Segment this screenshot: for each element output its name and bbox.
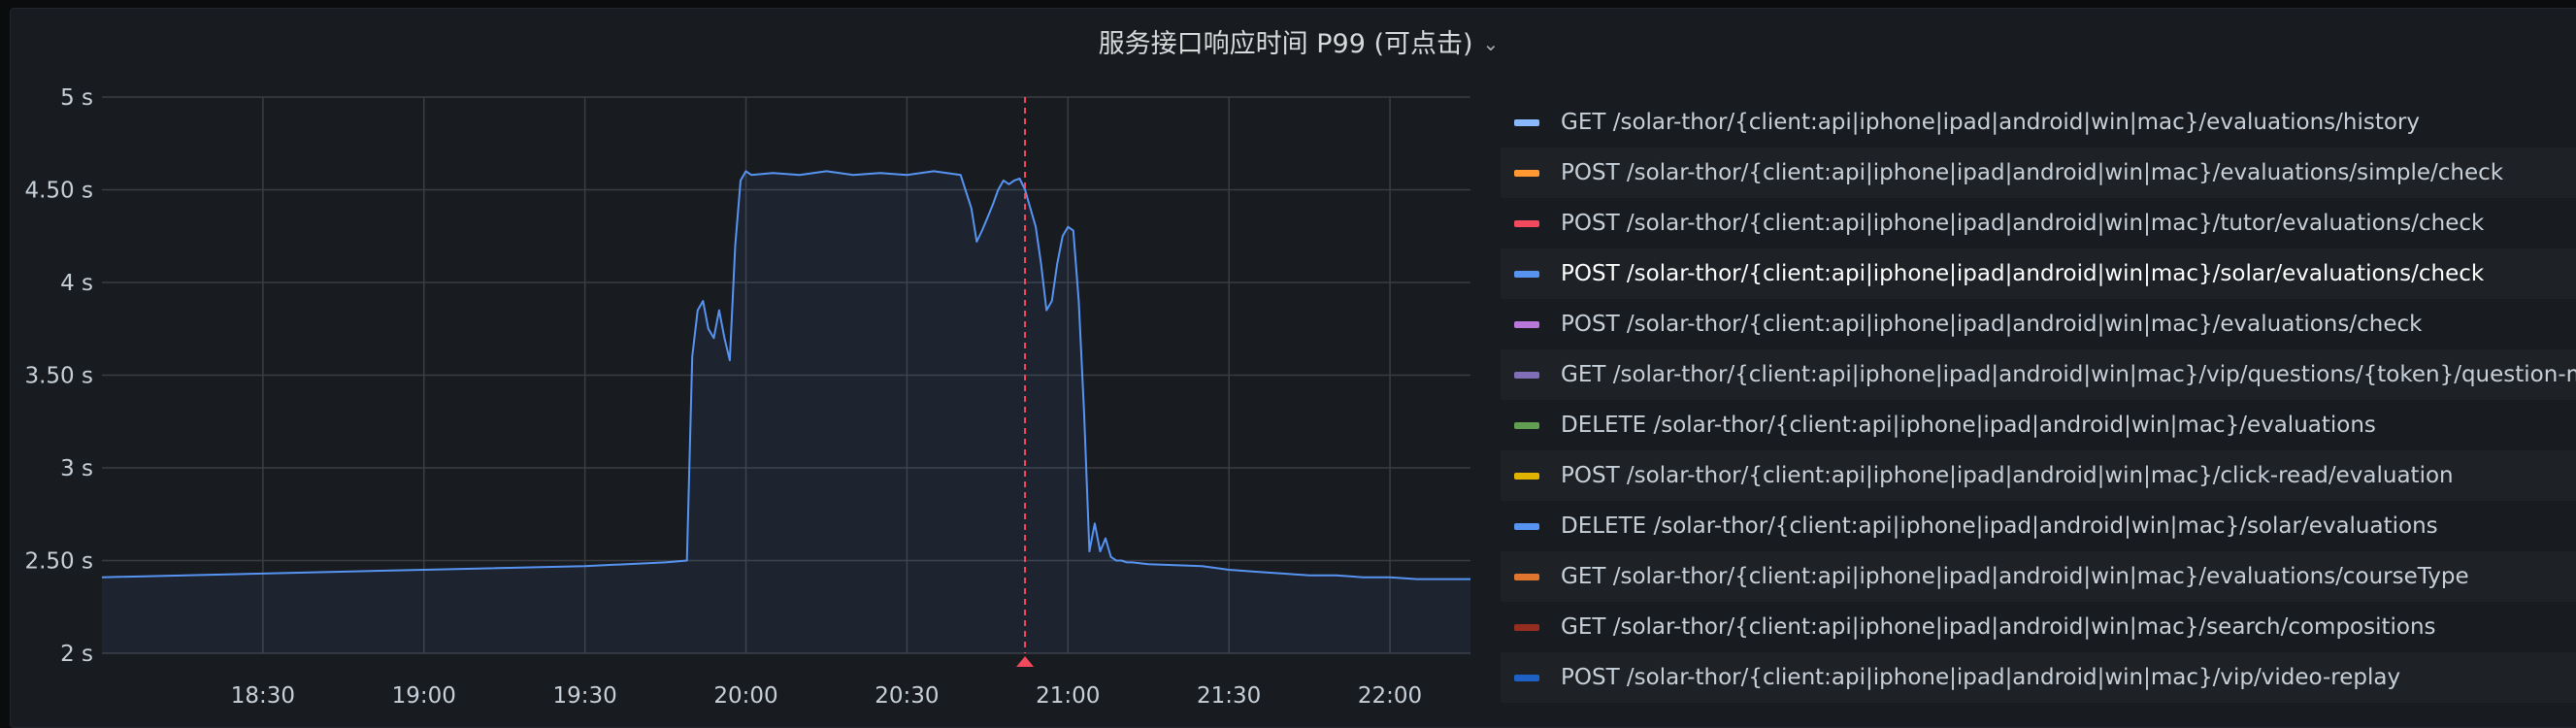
x-tick-label: 22:00 <box>1358 683 1422 709</box>
legend-item[interactable]: POST /solar-thor/{client:api|iphone|ipad… <box>1501 450 2576 501</box>
legend-item[interactable]: POST /solar-thor/{client:api|iphone|ipad… <box>1501 198 2576 248</box>
legend: GET /solar-thor/{client:api|iphone|ipad|… <box>1501 97 2576 703</box>
legend-label: POST /solar-thor/{client:api|iphone|ipad… <box>1561 211 2485 236</box>
legend-swatch-icon <box>1514 118 1539 126</box>
legend-label: DELETE /solar-thor/{client:api|iphone|ip… <box>1561 413 2376 438</box>
legend-label: GET /solar-thor/{client:api|iphone|ipad|… <box>1561 110 2420 135</box>
legend-swatch-icon <box>1514 573 1539 580</box>
x-tick-label: 21:30 <box>1197 683 1261 709</box>
legend-label: POST /solar-thor/{client:api|iphone|ipad… <box>1561 665 2401 690</box>
legend-swatch-icon <box>1514 623 1539 631</box>
y-tick-label: 5 s <box>60 85 93 111</box>
legend-swatch-icon <box>1514 371 1539 379</box>
x-tick-label: 19:30 <box>552 683 616 709</box>
legend-item[interactable]: GET /solar-thor/{client:api|iphone|ipad|… <box>1501 551 2576 602</box>
legend-swatch-icon <box>1514 674 1539 681</box>
x-tick-label: 20:30 <box>875 683 939 709</box>
y-tick-label: 2 s <box>60 642 93 667</box>
legend-swatch-icon <box>1514 472 1539 480</box>
legend-label: DELETE /solar-thor/{client:api|iphone|ip… <box>1561 513 2438 539</box>
legend-item[interactable]: GET /solar-thor/{client:api|iphone|ipad|… <box>1501 97 2576 148</box>
y-tick-label: 3.50 s <box>24 364 93 389</box>
legend-label: POST /solar-thor/{client:api|iphone|ipad… <box>1561 312 2423 337</box>
legend-item[interactable]: POST /solar-thor/{client:api|iphone|ipad… <box>1501 248 2576 299</box>
x-tick-label: 19:00 <box>392 683 456 709</box>
series-area <box>102 171 1470 653</box>
legend-label: POST /solar-thor/{client:api|iphone|ipad… <box>1561 261 2485 286</box>
legend-label: POST /solar-thor/{client:api|iphone|ipad… <box>1561 463 2454 488</box>
x-tick-label: 20:00 <box>713 683 777 709</box>
legend-item[interactable]: POST /solar-thor/{client:api|iphone|ipad… <box>1501 299 2576 349</box>
legend-swatch-icon <box>1514 169 1539 177</box>
annotation-marker-icon <box>1016 656 1035 667</box>
legend-item[interactable]: GET /solar-thor/{client:api|iphone|ipad|… <box>1501 349 2576 400</box>
legend-label: POST /solar-thor/{client:api|iphone|ipad… <box>1561 160 2504 185</box>
legend-item[interactable]: GET /solar-thor/{client:api|iphone|ipad|… <box>1501 602 2576 652</box>
y-tick-label: 4 s <box>60 271 93 296</box>
legend-swatch-icon <box>1514 219 1539 227</box>
legend-label: GET /solar-thor/{client:api|iphone|ipad|… <box>1561 362 2576 387</box>
legend-label: GET /solar-thor/{client:api|iphone|ipad|… <box>1561 614 2436 640</box>
legend-swatch-icon <box>1514 522 1539 530</box>
y-tick-label: 3 s <box>60 456 93 481</box>
legend-swatch-icon <box>1514 320 1539 328</box>
y-tick-label: 2.50 s <box>24 549 93 575</box>
y-tick-label: 4.50 s <box>24 179 93 204</box>
legend-item[interactable]: POST /solar-thor/{client:api|iphone|ipad… <box>1501 148 2576 198</box>
x-tick-label: 18:30 <box>231 683 295 709</box>
legend-swatch-icon <box>1514 270 1539 278</box>
legend-item[interactable]: DELETE /solar-thor/{client:api|iphone|ip… <box>1501 400 2576 450</box>
legend-item[interactable]: DELETE /solar-thor/{client:api|iphone|ip… <box>1501 501 2576 551</box>
legend-label: GET /solar-thor/{client:api|iphone|ipad|… <box>1561 564 2469 589</box>
x-tick-label: 21:00 <box>1036 683 1100 709</box>
legend-swatch-icon <box>1514 421 1539 429</box>
legend-item[interactable]: POST /solar-thor/{client:api|iphone|ipad… <box>1501 652 2576 703</box>
